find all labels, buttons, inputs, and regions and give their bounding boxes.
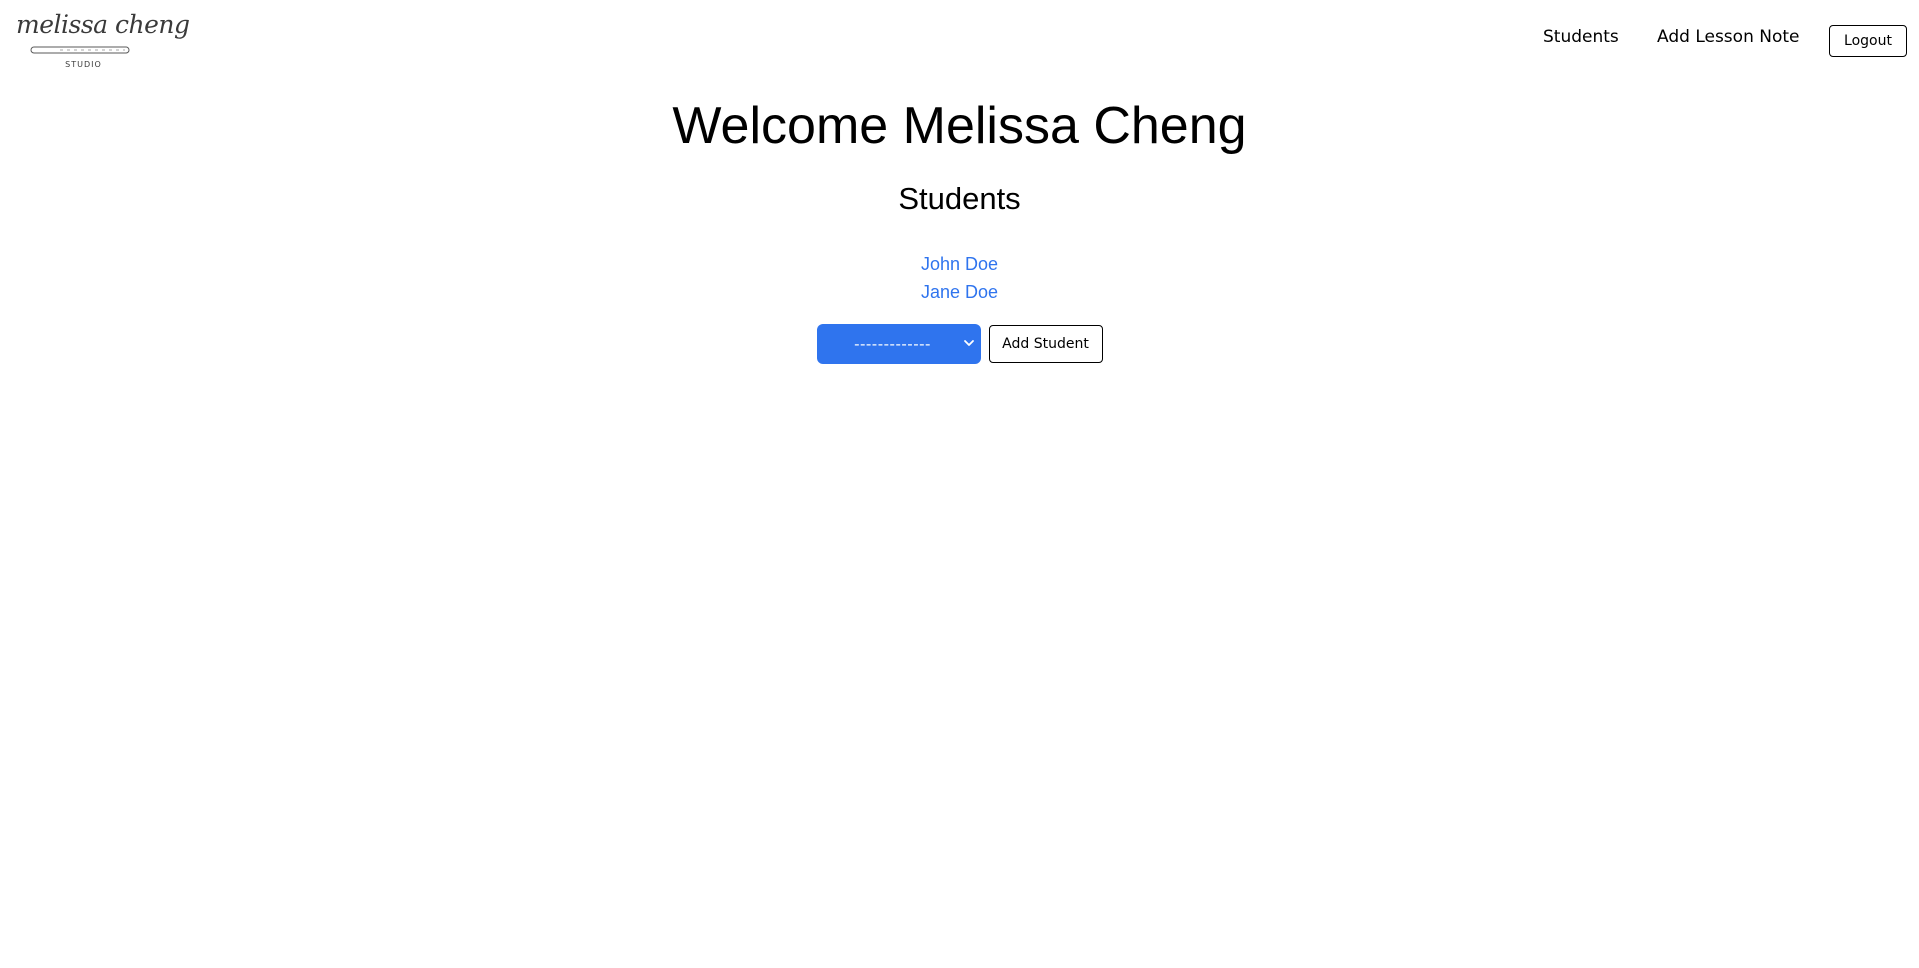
list-item: John Doe [0,250,1919,278]
student-link[interactable]: John Doe [921,254,998,274]
student-list: John Doe Jane Doe [0,250,1919,306]
logo-script-text: melissa cheng [16,10,190,39]
brand-logo[interactable]: melissa cheng STUDIO [16,10,190,72]
chevron-down-icon [963,340,974,346]
page: melissa cheng STUDIO Students Add Lesson… [0,0,1919,968]
nav-add-lesson-note-link[interactable]: Add Lesson Note [1657,27,1799,47]
logout-button[interactable]: Logout [1829,25,1907,57]
student-link[interactable]: Jane Doe [921,282,998,302]
logo-studio-text: STUDIO [65,60,102,69]
add-student-button[interactable]: Add Student [988,325,1103,363]
add-student-controls: ------------- Add Student [0,324,1919,364]
list-item: Jane Doe [0,278,1919,306]
nav-students-link[interactable]: Students [1543,27,1619,47]
page-title: Welcome Melissa Cheng [672,97,1247,155]
students-heading: Students [898,181,1021,216]
student-select-value: ------------- [854,335,931,353]
flute-icon [30,46,130,54]
student-select[interactable]: ------------- [816,324,981,364]
